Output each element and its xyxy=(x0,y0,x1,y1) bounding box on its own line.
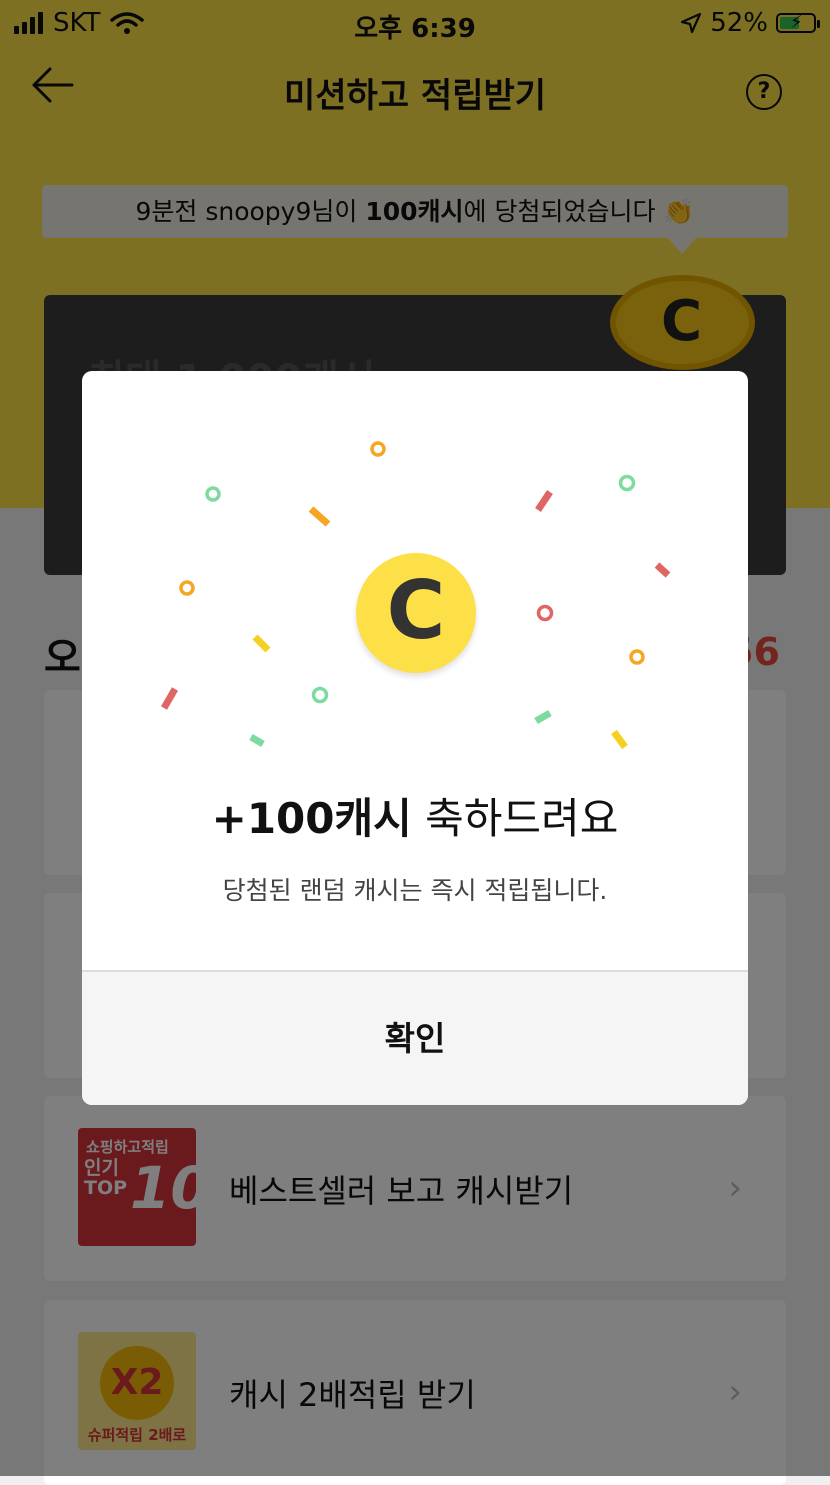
modal-title-rest: 축하드려요 xyxy=(411,794,619,843)
modal-title-amount: +100캐시 xyxy=(211,794,412,843)
modal-title: +100캐시 축하드려요 xyxy=(82,785,748,846)
coin-letter: C xyxy=(386,564,446,657)
reward-modal: C +100캐시 축하드려요 당첨된 랜덤 캐시는 즉시 적립됩니다. 확인 xyxy=(82,371,748,1105)
confirm-button[interactable]: 확인 xyxy=(82,972,748,1105)
cash-coin-icon: C xyxy=(356,553,476,673)
modal-subtitle: 당첨된 랜덤 캐시는 즉시 적립됩니다. xyxy=(222,876,608,905)
